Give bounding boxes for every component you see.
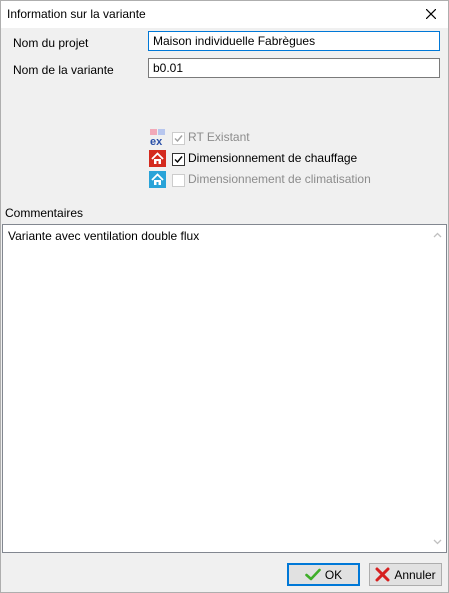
- ok-button[interactable]: OK: [287, 563, 360, 586]
- variant-info-dialog: Information sur la variante Nom du proje…: [0, 0, 449, 593]
- heating-checkbox[interactable]: [172, 153, 185, 166]
- house-cooling-icon: [149, 171, 166, 188]
- comments-scrollbar[interactable]: [429, 225, 446, 552]
- rt-existant-label: RT Existant: [188, 130, 250, 144]
- ok-button-label: OK: [324, 567, 343, 582]
- title-bar: Information sur la variante: [1, 1, 448, 28]
- house-heating-icon: [149, 150, 166, 167]
- rt-existant-checkbox[interactable]: [172, 132, 185, 145]
- cooling-label: Dimensionnement de climatisation: [188, 172, 371, 186]
- project-name-input[interactable]: [148, 31, 440, 51]
- cancel-button-label: Annuler: [394, 567, 436, 582]
- cancel-button[interactable]: Annuler: [369, 563, 442, 586]
- dialog-title: Information sur la variante: [7, 7, 146, 21]
- comments-textarea[interactable]: Variante avec ventilation double flux: [2, 224, 447, 553]
- heating-label: Dimensionnement de chauffage: [188, 151, 358, 165]
- variant-name-input[interactable]: [148, 58, 440, 78]
- scroll-up-icon[interactable]: [433, 232, 442, 238]
- close-button[interactable]: [414, 1, 448, 28]
- check-icon: [305, 568, 321, 581]
- svg-text:ex: ex: [150, 136, 163, 146]
- cooling-checkbox[interactable]: [172, 174, 185, 187]
- project-name-label: Nom du projet: [13, 36, 89, 50]
- cancel-x-icon: [375, 567, 390, 582]
- scroll-down-icon[interactable]: [433, 539, 442, 545]
- close-icon: [426, 9, 436, 19]
- variant-name-label: Nom de la variante: [13, 63, 114, 77]
- comments-text: Variante avec ventilation double flux: [8, 229, 200, 243]
- comments-label: Commentaires: [5, 206, 84, 220]
- rt-existant-icon: ex: [149, 129, 166, 148]
